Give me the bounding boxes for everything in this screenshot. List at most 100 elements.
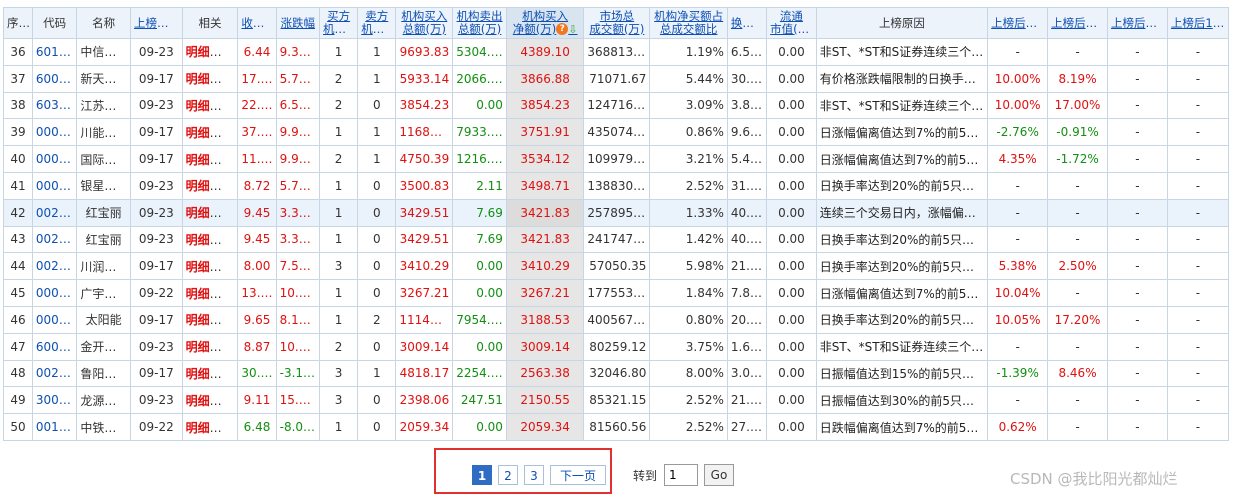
- stock-code-link[interactable]: 002165: [31, 225, 78, 254]
- stock-name-link[interactable]: 川能动力: [76, 118, 132, 147]
- column-header-10[interactable]: 机构卖出 总额(万): [452, 7, 507, 39]
- list-date: 09-22: [130, 279, 183, 307]
- stock-code-link[interactable]: 300105: [31, 386, 78, 415]
- detail-link[interactable]: 明细: [186, 233, 222, 247]
- inst-buy-total: 3267.21: [395, 279, 454, 307]
- table-row[interactable]: 50001213中铁特货09-22明细股吧6.48-8.09%102059.34…: [3, 413, 1230, 441]
- stock-name-link[interactable]: 中铁特货: [76, 413, 132, 441]
- detail-link[interactable]: 明细: [186, 313, 222, 327]
- next-page-button[interactable]: 下一页: [550, 465, 606, 485]
- float-market-cap: 0.00: [766, 279, 817, 307]
- help-question-icon[interactable]: ?: [556, 23, 569, 35]
- stock-name-link[interactable]: 江苏新能: [76, 91, 132, 120]
- net-buy-ratio: 1.33%: [649, 198, 728, 227]
- table-row[interactable]: 36601608中信重工09-23明细股吧6.449.34%119693.835…: [3, 38, 1230, 66]
- column-header-3[interactable]: 上榜日期: [130, 7, 183, 39]
- table-row[interactable]: 49300105龙源技术09-23明细股吧9.1115.17%302398.06…: [3, 386, 1230, 415]
- detail-link[interactable]: 明细: [186, 206, 222, 220]
- turnover-rate: 7.86%: [726, 279, 768, 307]
- detail-link[interactable]: 明细: [186, 421, 222, 435]
- detail-link[interactable]: 明细: [186, 45, 222, 59]
- detail-link[interactable]: 明细: [186, 367, 222, 381]
- sort-desc-arrow-icon[interactable]: ⇩: [568, 23, 577, 36]
- row-index: 40: [3, 145, 33, 173]
- table-row[interactable]: 44002272川润股份09-17明细股吧8.007.53%303410.290…: [3, 252, 1230, 281]
- table-row[interactable]: 41000862银星能源09-23明细股吧8.725.70%103500.832…: [3, 171, 1230, 200]
- column-header-14[interactable]: 换手率: [726, 7, 768, 39]
- column-header-13[interactable]: 机构净买额占 总成交额比: [649, 7, 728, 39]
- column-header-12[interactable]: 市场总 成交额(万): [583, 7, 651, 39]
- column-header-7[interactable]: 买方 机构数?: [318, 7, 359, 39]
- table-row[interactable]: 45000537广宇发展09-22明细股吧13.7510.00%103267.2…: [3, 279, 1230, 307]
- stock-code-link[interactable]: 000155: [31, 118, 78, 147]
- column-header-6[interactable]: 涨跌幅: [275, 7, 321, 39]
- column-header-8[interactable]: 卖方 机构数?: [357, 7, 397, 39]
- detail-link[interactable]: 明细: [186, 126, 222, 140]
- page-button-1[interactable]: 1: [472, 465, 492, 485]
- stock-name-link[interactable]: 金开新能: [76, 332, 132, 361]
- stock-code-link[interactable]: 001213: [31, 413, 78, 441]
- column-header-17[interactable]: 上榜后1日: [987, 7, 1049, 39]
- stock-name-link[interactable]: 鲁阳节能: [76, 359, 132, 388]
- table-row[interactable]: 38603693江苏新能09-23明细股吧22.306.55%203854.23…: [3, 91, 1230, 120]
- column-header-5[interactable]: 收盘价: [237, 7, 277, 39]
- after-day-4: -: [1166, 225, 1230, 254]
- page-button-2[interactable]: 2: [498, 465, 518, 485]
- stock-code-link[interactable]: 002165: [31, 198, 78, 227]
- detail-link[interactable]: 明细: [186, 179, 222, 193]
- stock-code-link[interactable]: 002272: [31, 252, 78, 281]
- stock-name-link[interactable]: 太阳能: [76, 305, 132, 334]
- column-header-11[interactable]: 机构买入 净额(万)? ⇩: [505, 7, 585, 39]
- stock-name-link[interactable]: 红宝丽: [76, 225, 132, 254]
- after-day-3: -: [1106, 386, 1168, 415]
- table-row[interactable]: 42002165红宝丽09-23明细股吧9.453.39%103429.517.…: [3, 198, 1230, 227]
- stock-name-link[interactable]: 国际医学: [76, 145, 132, 173]
- stock-name-link[interactable]: 红宝丽: [76, 198, 132, 227]
- stock-name-link[interactable]: 中信重工: [76, 38, 132, 66]
- table-row[interactable]: 46000591太阳能09-17明细股吧9.658.18%1211142.697…: [3, 305, 1230, 334]
- detail-link[interactable]: 明细: [186, 340, 222, 354]
- table-row[interactable]: 39000155川能动力09-17明细股吧37.339.99%1111685.5…: [3, 118, 1230, 147]
- column-header-label: 机构买入 总额(万): [401, 9, 448, 36]
- stock-code-link[interactable]: 600821: [31, 332, 78, 361]
- row-index: 38: [3, 91, 33, 120]
- detail-link[interactable]: 明细: [186, 394, 222, 408]
- column-header-18[interactable]: 上榜后2日: [1047, 7, 1108, 39]
- stock-name-link[interactable]: 银星能源: [76, 171, 132, 200]
- stock-code-link[interactable]: 000591: [31, 305, 78, 334]
- detail-link[interactable]: 明细: [186, 287, 222, 301]
- list-reason: 日涨幅偏离值达到7%的前5只证券: [815, 118, 989, 147]
- table-row[interactable]: 43002165红宝丽09-23明细股吧9.453.39%103429.517.…: [3, 225, 1230, 254]
- page-button-3[interactable]: 3: [524, 465, 544, 485]
- list-date: 09-17: [130, 145, 183, 173]
- detail-link[interactable]: 明细: [186, 72, 222, 86]
- stock-code-link[interactable]: 000516: [31, 145, 78, 173]
- column-header-9[interactable]: 机构买入 总额(万): [395, 7, 454, 39]
- table-row[interactable]: 40000516国际医学09-17明细股吧11.039.97%214750.39…: [3, 145, 1230, 173]
- detail-link[interactable]: 明细: [186, 153, 222, 167]
- stock-name-link[interactable]: 广宇发展: [76, 279, 132, 307]
- inst-buy-total: 3429.51: [395, 225, 454, 254]
- after-day-1: -: [987, 198, 1049, 227]
- stock-name-link[interactable]: 川润股份: [76, 252, 132, 281]
- stock-code-link[interactable]: 603693: [31, 91, 78, 120]
- table-row[interactable]: 47600821金开新能09-23明细股吧8.8710.05%203009.14…: [3, 332, 1230, 361]
- detail-link[interactable]: 明细: [186, 99, 222, 113]
- stock-code-link[interactable]: 000537: [31, 279, 78, 307]
- go-button[interactable]: Go: [704, 464, 734, 486]
- stock-code-link[interactable]: 000862: [31, 171, 78, 200]
- detail-link[interactable]: 明细: [186, 260, 222, 274]
- column-header-15[interactable]: 流通 市值(亿): [766, 7, 817, 39]
- column-header-20[interactable]: 上榜后10日: [1166, 7, 1230, 39]
- table-row[interactable]: 37600956新天绿能09-17明细股吧17.705.73%215933.14…: [3, 64, 1230, 93]
- stock-name-link[interactable]: 新天绿能: [76, 64, 132, 93]
- table-row[interactable]: 48002088鲁阳节能09-17明细股吧30.96-3.10%314818.1…: [3, 359, 1230, 388]
- stock-code-link[interactable]: 601608: [31, 38, 78, 66]
- inst-buy-total: 11685.55: [395, 118, 454, 147]
- column-header-19[interactable]: 上榜后5日: [1106, 7, 1168, 39]
- stock-code-link[interactable]: 002088: [31, 359, 78, 388]
- net-buy-ratio: 5.98%: [649, 252, 728, 281]
- stock-code-link[interactable]: 600956: [31, 64, 78, 93]
- goto-page-input[interactable]: [664, 464, 698, 486]
- stock-name-link[interactable]: 龙源技术: [76, 386, 132, 415]
